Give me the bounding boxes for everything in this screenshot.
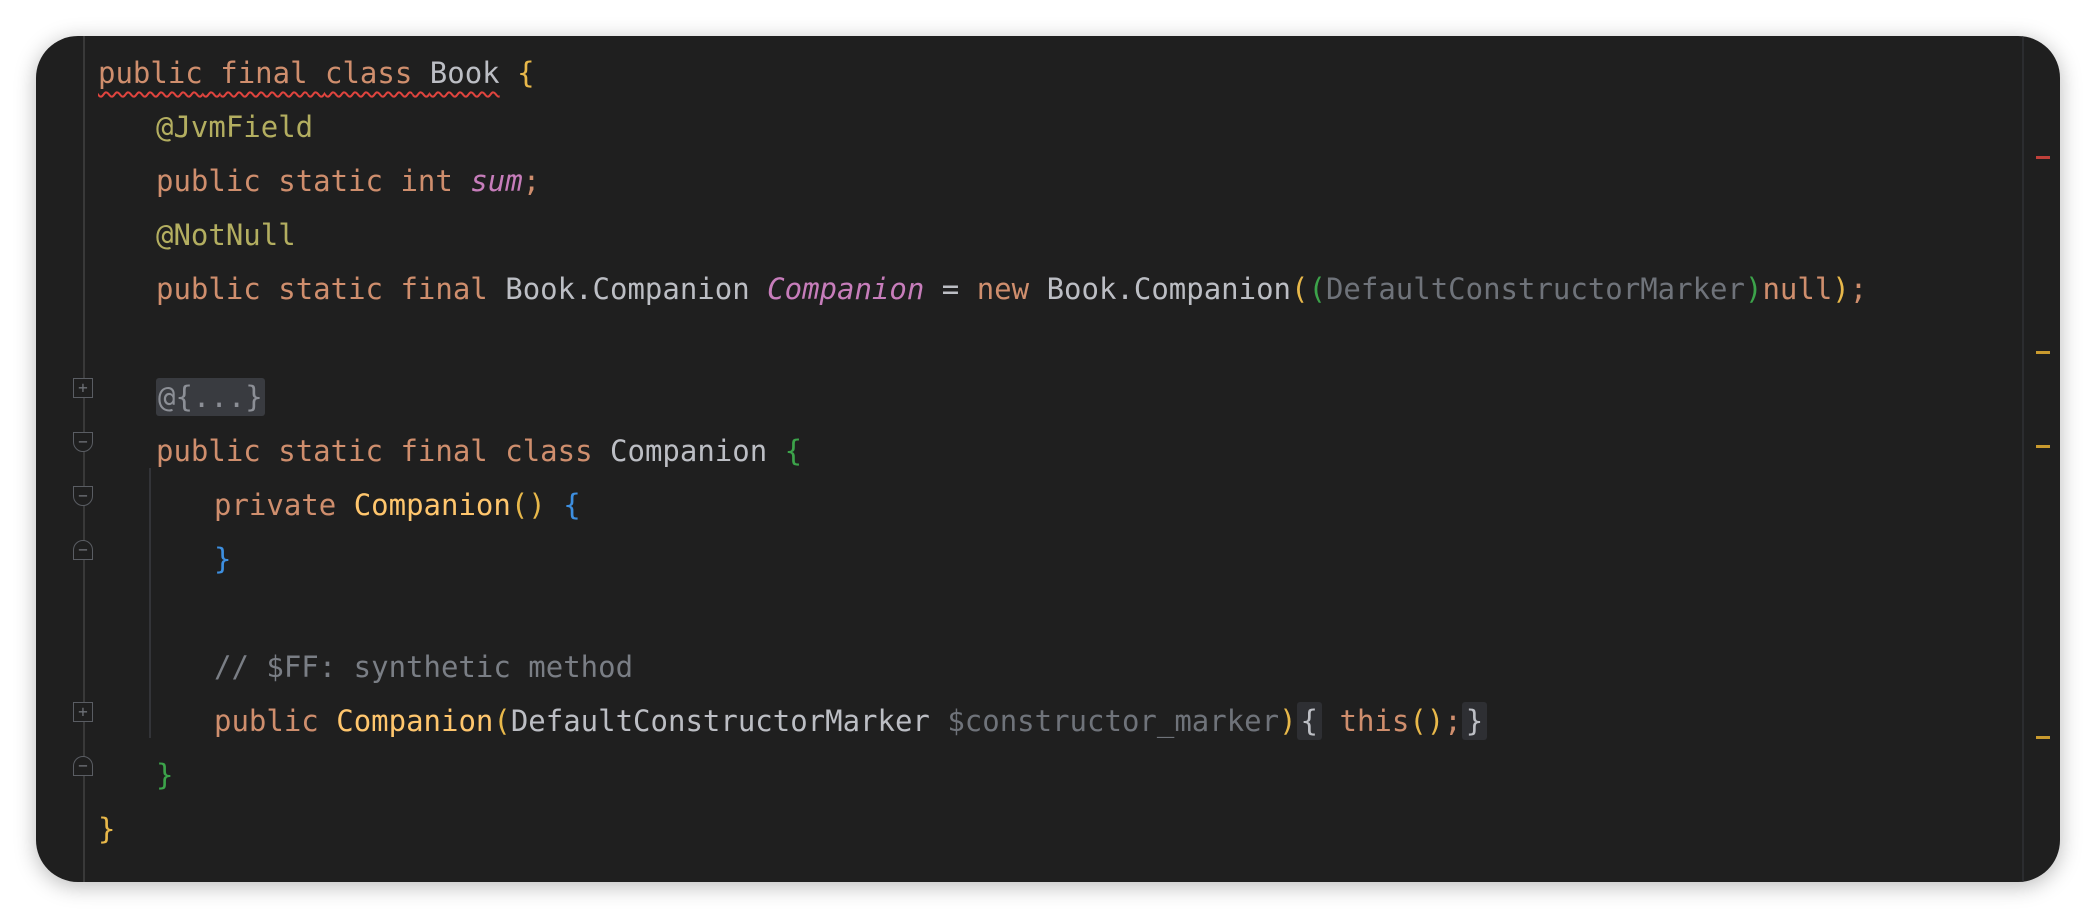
brace: {	[517, 56, 535, 90]
semicolon: ;	[1444, 704, 1462, 738]
paren: (	[1291, 272, 1309, 306]
code-line-3: public static int sum;	[98, 154, 2010, 208]
code-line-7: @{...}	[98, 370, 2010, 424]
parameter-name: $constructor_marker	[947, 704, 1280, 738]
annotation: @NotNull	[156, 218, 296, 252]
code-line-2: @JvmField	[98, 100, 2010, 154]
paren: ()	[1409, 704, 1445, 738]
comment: // $FF: synthetic method	[214, 650, 634, 684]
brace: }	[1465, 704, 1484, 738]
class-name: Companion	[610, 434, 768, 468]
field-name: sum	[470, 164, 523, 198]
paren: )	[1832, 272, 1850, 306]
code-line-10: }	[98, 532, 2010, 586]
brace: {	[784, 434, 803, 468]
operator: =	[941, 272, 960, 306]
folded-body-open[interactable]: {	[1296, 702, 1323, 740]
method-name: Companion	[336, 704, 494, 738]
semicolon: ;	[522, 164, 541, 198]
keyword: static	[278, 434, 383, 468]
keyword: public	[98, 56, 203, 90]
keyword: final	[400, 272, 488, 306]
keyword: public	[156, 272, 261, 306]
method-name: Companion	[353, 488, 511, 522]
keyword: class	[505, 434, 593, 468]
code-line-5: public static final Book.Companion Compa…	[98, 262, 2010, 316]
folded-body-close[interactable]: }	[1461, 702, 1488, 740]
keyword: final	[400, 434, 488, 468]
keyword: class	[325, 56, 413, 90]
keyword: null	[1762, 272, 1833, 306]
brace: }	[98, 812, 116, 846]
keyword: this	[1339, 704, 1410, 738]
fold-end-icon[interactable]: −	[73, 756, 93, 776]
type-name: DefaultConstructorMarker	[510, 704, 930, 738]
fold-collapse-icon[interactable]: −	[73, 432, 93, 452]
warning-marker[interactable]	[2036, 351, 2050, 354]
code-line-15: }	[98, 802, 2010, 856]
keyword: static	[278, 164, 383, 198]
code-area[interactable]: public final class Book { @JvmField publ…	[98, 46, 2010, 856]
semicolon: ;	[1849, 272, 1868, 306]
brace: }	[156, 758, 174, 792]
code-line-1: public final class Book {	[98, 46, 2010, 100]
keyword: new	[976, 272, 1030, 306]
type-name: Book.Companion	[1046, 272, 1291, 306]
keyword: private	[214, 488, 337, 522]
code-editor[interactable]: + − − − + − public final class Book { @J…	[36, 36, 2060, 882]
code-line-4: @NotNull	[98, 208, 2010, 262]
error-marker[interactable]	[2036, 156, 2050, 159]
scrollbar-track[interactable]	[2022, 36, 2024, 882]
warning-marker[interactable]	[2036, 736, 2050, 739]
paren: )	[1279, 704, 1297, 738]
type-name: Book.Companion	[505, 272, 750, 306]
brace: }	[214, 542, 232, 576]
paren: ()	[510, 488, 546, 522]
field-name: Companion	[767, 272, 925, 306]
fold-expand-icon[interactable]: +	[73, 702, 93, 722]
paren: (	[1308, 272, 1326, 306]
paren: (	[493, 704, 511, 738]
brace: {	[563, 488, 581, 522]
fold-collapse-icon[interactable]: −	[73, 486, 93, 506]
keyword: static	[278, 272, 383, 306]
type-name: DefaultConstructorMarker	[1325, 272, 1745, 306]
code-line-12: // $FF: synthetic method	[98, 640, 2010, 694]
code-line-8: public static final class Companion {	[98, 424, 2010, 478]
fold-expand-icon[interactable]: +	[73, 378, 93, 398]
keyword: final	[220, 56, 308, 90]
folded-region[interactable]: @{...}	[156, 378, 265, 416]
code-line-9: private Companion() {	[98, 478, 2010, 532]
code-line-14: }	[98, 748, 2010, 802]
keyword: public	[156, 164, 261, 198]
keyword: int	[400, 164, 453, 198]
fold-end-icon[interactable]: −	[73, 540, 93, 560]
code-line-13: public Companion(DefaultConstructorMarke…	[98, 694, 2010, 748]
annotation: @JvmField	[156, 110, 314, 144]
keyword: public	[214, 704, 319, 738]
keyword: public	[156, 434, 261, 468]
brace: {	[1300, 704, 1319, 738]
error-span: public final class Book	[98, 56, 500, 90]
class-name: Book	[429, 56, 500, 90]
paren: )	[1744, 272, 1763, 306]
warning-marker[interactable]	[2036, 445, 2050, 448]
